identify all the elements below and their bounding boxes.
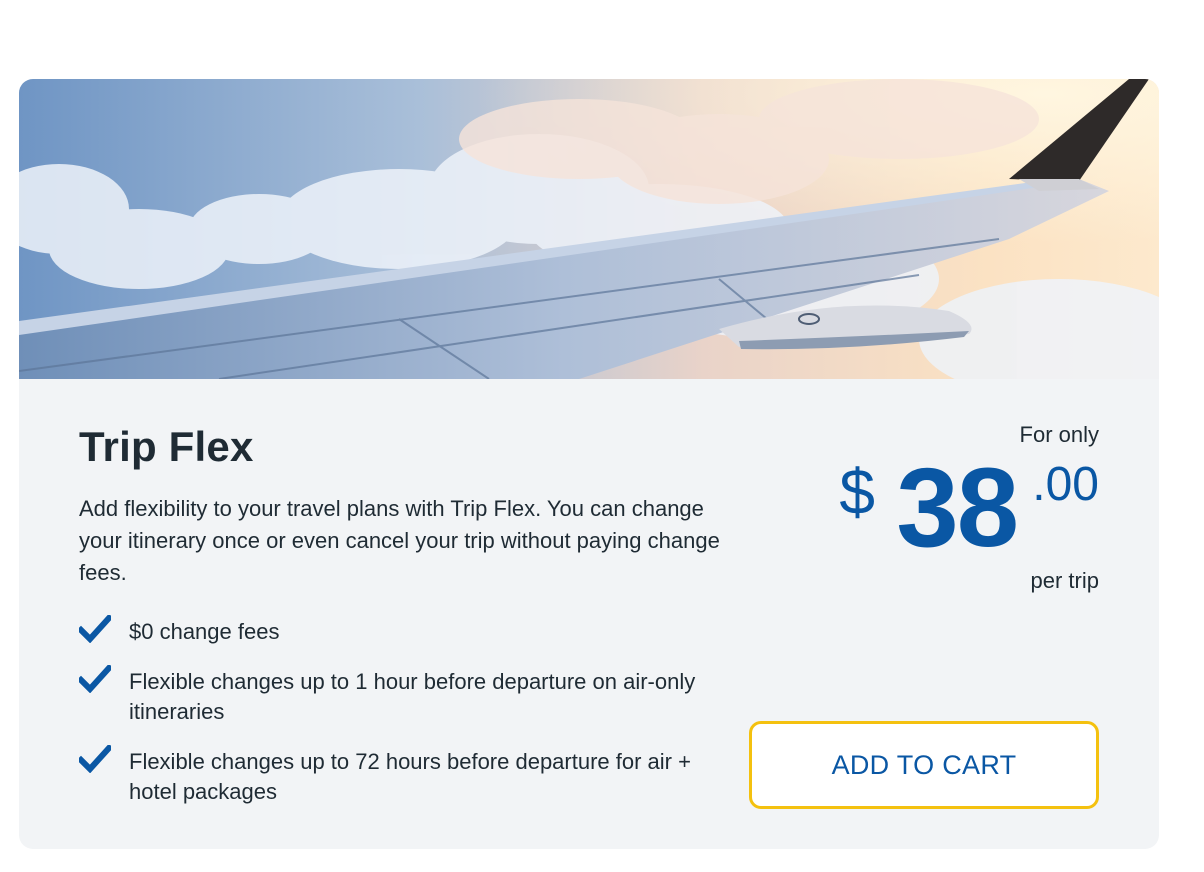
check-icon: [79, 615, 111, 643]
airplane-wing-image: [19, 79, 1159, 379]
feature-text: $0 change fees: [129, 619, 280, 644]
add-to-cart-button[interactable]: ADD TO CART: [749, 721, 1099, 809]
trip-flex-card: Trip Flex Add flexibility to your travel…: [19, 79, 1159, 849]
list-item: Flexible changes up to 72 hours before d…: [79, 745, 739, 807]
list-item: Flexible changes up to 1 hour before dep…: [79, 665, 739, 727]
feature-text: Flexible changes up to 72 hours before d…: [129, 749, 691, 804]
price-whole: 38: [896, 445, 1019, 570]
check-icon: [79, 745, 111, 773]
check-icon: [79, 665, 111, 693]
price-currency: $: [839, 456, 875, 528]
price-suffix: per trip: [1030, 568, 1099, 593]
list-item: $0 change fees: [79, 615, 739, 647]
feature-list: $0 change fees Flexible changes up to 1 …: [79, 615, 739, 827]
price-amount: $ 38 .00: [739, 449, 1099, 565]
product-description: Add flexibility to your travel plans wit…: [79, 496, 720, 585]
feature-text: Flexible changes up to 1 hour before dep…: [129, 669, 696, 724]
product-title: Trip Flex: [79, 423, 254, 470]
card-body: Trip Flex Add flexibility to your travel…: [19, 379, 1159, 849]
price-block: For only $ 38 .00 per trip: [739, 421, 1099, 595]
hero-image: [19, 79, 1159, 379]
price-cents: .00: [1032, 458, 1099, 511]
